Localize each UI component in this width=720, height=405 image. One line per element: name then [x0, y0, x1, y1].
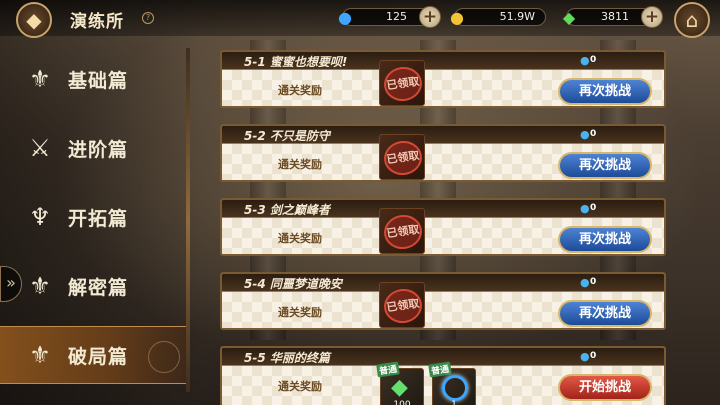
- add-blue-drop-button[interactable]: +: [419, 6, 441, 28]
- home-icon: ⌂: [685, 8, 699, 32]
- stage-title: 5-2 不只是防守: [244, 129, 330, 143]
- cost-count: 0: [590, 203, 597, 213]
- cost-count: 0: [590, 55, 597, 65]
- back-diamond-icon: ◆: [26, 8, 42, 32]
- stage-card: 5-1 蜜蜜也想要呗! ● 0 通关奖励 已领取 再次挑战: [220, 50, 666, 108]
- winged-sword-icon: ♆: [29, 203, 51, 231]
- cost-count: 0: [590, 277, 597, 287]
- resource-green-gem: ◆ 3811 +: [563, 6, 663, 28]
- crossed-swords-icon: ⚔: [29, 134, 51, 162]
- broken-sword-icon: ⚜: [29, 341, 51, 369]
- blue-drop-icon: ●: [580, 54, 590, 67]
- reward-item[interactable]: 普通 ◆ 100: [376, 361, 424, 405]
- back-button[interactable]: ◆: [16, 2, 52, 38]
- item-quantity: 1: [451, 400, 457, 405]
- reward-label: 通关奖励: [278, 306, 322, 319]
- stage-card: 5-5 华丽的终篇 ● 0 通关奖励 普通 ◆ 100 普通 1 开始挑战: [220, 346, 666, 405]
- blue-drop-icon: ●: [338, 7, 352, 27]
- resource-blue-drop: ● 125 +: [338, 6, 441, 28]
- sidebar-item-advanced[interactable]: ⚔ 进阶篇: [0, 119, 186, 177]
- claimed-stamp: 已领取: [381, 138, 425, 178]
- stage-card: 5-3 剑之巅峰者 ● 0 通关奖励 已领取 再次挑战: [220, 198, 666, 256]
- retry-challenge-button[interactable]: 再次挑战: [558, 78, 652, 105]
- retry-challenge-button[interactable]: 再次挑战: [558, 300, 652, 327]
- help-icon[interactable]: ?: [142, 12, 154, 24]
- sidebar-item-label: 进阶篇: [68, 138, 129, 161]
- chevron-right-icon: »: [6, 273, 16, 292]
- reward-label: 通关奖励: [278, 380, 322, 393]
- stage-list[interactable]: 5-1 蜜蜜也想要呗! ● 0 通关奖励 已领取 再次挑战 5-2 不只是防守 …: [220, 50, 666, 405]
- reward-slot: 已领取: [379, 282, 425, 328]
- green-gem-icon: ◆: [391, 375, 408, 400]
- stage-title: 5-5 华丽的终篇: [244, 351, 330, 365]
- stage-card: 5-2 不只是防守 ● 0 通关奖励 已领取 再次挑战: [220, 124, 666, 182]
- sidebar-item-breakthrough[interactable]: ⚜ 破局篇: [0, 326, 186, 384]
- start-challenge-button[interactable]: 开始挑战: [558, 374, 652, 401]
- resource-gold-coin: ● 51.9W: [450, 8, 546, 27]
- blue-drop-icon: ●: [580, 350, 590, 363]
- resource-value: 125: [386, 10, 407, 23]
- reward-slot: 已领取: [379, 60, 425, 106]
- claimed-stamp: 已领取: [381, 212, 425, 252]
- sword-emblem-icon: ⚜: [29, 65, 51, 93]
- resource-value: 3811: [601, 10, 629, 23]
- sidebar-item-label: 破局篇: [68, 345, 129, 368]
- stage-card: 5-4 同噩梦道晚安 ● 0 通关奖励 已领取 再次挑战: [220, 272, 666, 330]
- retry-challenge-button[interactable]: 再次挑战: [558, 226, 652, 253]
- rarity-tag: 普通: [428, 361, 452, 378]
- keyhole-sword-icon: ⚜: [29, 272, 51, 300]
- reward-label: 通关奖励: [278, 84, 322, 97]
- stage-title: 5-4 同噩梦道晚安: [244, 277, 342, 291]
- reward-item[interactable]: 普通 1: [428, 361, 476, 405]
- sidebar-item-label: 解密篇: [68, 276, 129, 299]
- blue-drop-icon: ●: [580, 202, 590, 215]
- cost-count: 0: [590, 129, 597, 139]
- reward-label: 通关奖励: [278, 158, 322, 171]
- resource-value: 51.9W: [499, 10, 535, 23]
- reward-slot: 已领取: [379, 134, 425, 180]
- gold-coin-icon: ●: [450, 7, 464, 27]
- home-button[interactable]: ⌂: [674, 2, 710, 38]
- sidebar: ⚜ 基础篇 ⚔ 进阶篇 ♆ 开拓篇 ⚜ 解密篇 ⚜ 破局篇: [0, 44, 190, 394]
- ring-accessory-icon: [442, 375, 468, 401]
- blue-drop-icon: ●: [580, 276, 590, 289]
- sidebar-divider: [186, 48, 190, 392]
- page-title: 演练所: [70, 12, 124, 32]
- stage-title: 5-3 剑之巅峰者: [244, 203, 330, 217]
- sidebar-item-label: 基础篇: [68, 69, 129, 92]
- stage-title: 5-1 蜜蜜也想要呗!: [244, 55, 348, 69]
- sidebar-item-decrypt[interactable]: ⚜ 解密篇: [0, 257, 186, 315]
- add-green-gem-button[interactable]: +: [641, 6, 663, 28]
- retry-challenge-button[interactable]: 再次挑战: [558, 152, 652, 179]
- cost-count: 0: [590, 351, 597, 361]
- blue-drop-icon: ●: [580, 128, 590, 141]
- green-gem-icon: ◆: [562, 7, 576, 27]
- item-quantity: 100: [393, 400, 411, 405]
- sidebar-item-basic[interactable]: ⚜ 基础篇: [0, 50, 186, 108]
- sidebar-item-label: 开拓篇: [68, 207, 129, 230]
- reward-slot: 已领取: [379, 208, 425, 254]
- claimed-stamp: 已领取: [381, 286, 425, 326]
- sidebar-item-pioneer[interactable]: ♆ 开拓篇: [0, 188, 186, 246]
- reward-label: 通关奖励: [278, 232, 322, 245]
- claimed-stamp: 已领取: [381, 64, 425, 104]
